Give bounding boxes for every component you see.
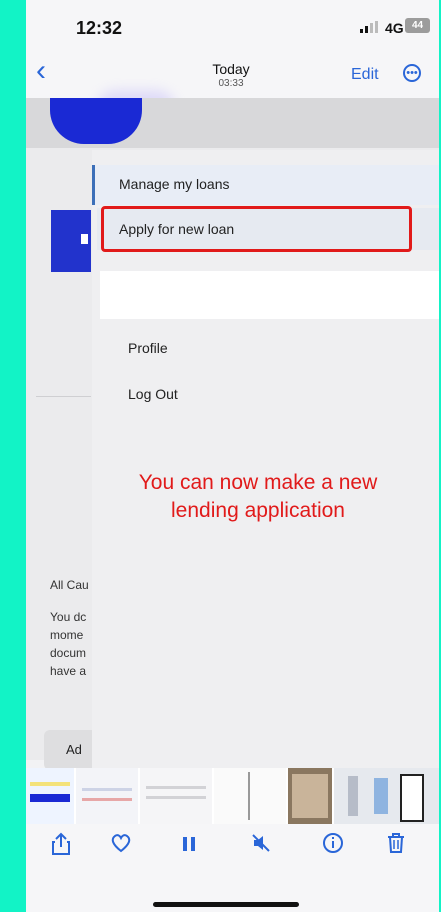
nav-title: Today <box>212 61 250 77</box>
thumbnail[interactable] <box>76 768 138 824</box>
pause-icon[interactable] <box>174 832 204 862</box>
bg-text-line: You dc <box>50 610 87 624</box>
bg-text-line: docum <box>50 646 87 660</box>
annotation-text: You can now make a new lending applicati… <box>138 471 378 522</box>
share-icon[interactable] <box>46 832 76 862</box>
phone-screen: 12:32 4G 44 ‹ Today 03:33 Edit ••• All C… <box>26 0 439 912</box>
divider <box>36 396 91 397</box>
home-indicator <box>153 902 299 907</box>
bg-text-line: have a <box>50 664 87 678</box>
heart-icon[interactable] <box>106 832 136 862</box>
thumbnail-strip[interactable] <box>26 768 439 824</box>
trash-icon[interactable] <box>381 832 411 862</box>
nav-bar: ‹ Today 03:33 Edit ••• <box>26 50 439 140</box>
menu-item-label: Manage my loans <box>119 176 230 192</box>
menu-item-manage-loans[interactable]: Manage my loans <box>92 165 439 205</box>
menu-item-label: Log Out <box>128 386 178 402</box>
chevron-left-icon[interactable]: ‹ <box>36 56 46 86</box>
photo-toolbar <box>26 824 439 912</box>
highlight-box <box>101 206 412 252</box>
menu-item-log-out[interactable]: Log Out <box>92 376 439 412</box>
blank-panel <box>100 271 439 319</box>
bg-text-line: All Cau <box>50 578 89 592</box>
mute-icon[interactable] <box>246 832 276 862</box>
battery-icon: 44 <box>405 18 430 33</box>
info-icon[interactable] <box>318 832 348 862</box>
thumbnail[interactable] <box>214 768 286 824</box>
ad-card-label: Ad <box>66 742 82 757</box>
ellipsis-circle-icon[interactable]: ••• <box>403 64 421 82</box>
edit-button[interactable]: Edit <box>351 66 379 84</box>
status-time: 12:32 <box>76 18 123 38</box>
thumbnail[interactable] <box>140 768 212 824</box>
status-bar: 12:32 4G 44 <box>26 0 439 50</box>
signal-icon <box>360 21 378 33</box>
menu-item-label: Profile <box>128 340 168 356</box>
thumbnail[interactable] <box>334 768 439 824</box>
brand-shield-logo <box>50 98 142 144</box>
thumbnail[interactable] <box>288 768 332 824</box>
network-type: 4G <box>385 20 404 36</box>
menu-item-profile[interactable]: Profile <box>92 330 439 366</box>
brand-tile-image <box>51 210 91 272</box>
thumbnail[interactable] <box>26 768 74 824</box>
bg-text-line: mome <box>50 628 84 642</box>
nav-subtitle: 03:33 <box>218 78 244 89</box>
